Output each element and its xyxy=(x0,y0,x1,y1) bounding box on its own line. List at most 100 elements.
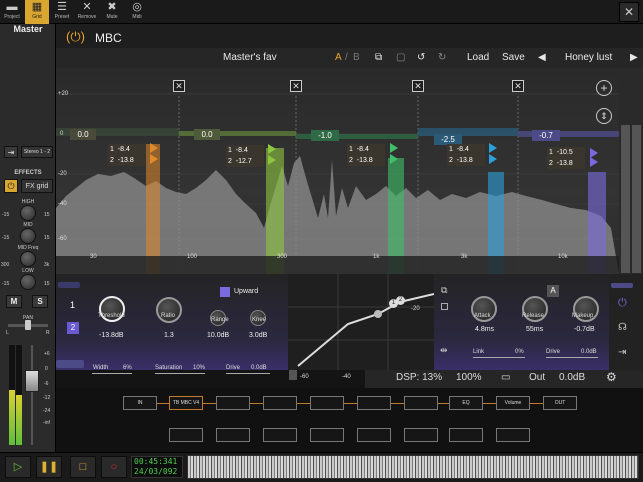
routing-slot-empty[interactable] xyxy=(449,428,483,442)
threshold-handle-icon[interactable] xyxy=(390,154,398,164)
curve-node[interactable]: 2 xyxy=(396,296,405,305)
waveform-overview[interactable] xyxy=(187,455,639,479)
save-button[interactable]: Save xyxy=(502,52,525,63)
pan-handle[interactable] xyxy=(25,320,31,330)
remove-button[interactable]: ✕ Remove xyxy=(75,0,99,24)
crossover-remove-icon[interactable]: ✕ xyxy=(173,80,185,92)
threshold-handle-icon[interactable] xyxy=(150,143,158,153)
input-icon[interactable]: ⇥ xyxy=(4,146,18,158)
side-selector[interactable] xyxy=(611,283,633,288)
drive2-slider[interactable] xyxy=(546,357,598,358)
ratio-knob[interactable] xyxy=(156,297,182,323)
next-preset-icon[interactable]: ▶ xyxy=(630,52,638,63)
routing-slot[interactable]: EQ xyxy=(449,396,483,410)
routing-slot-empty[interactable] xyxy=(263,428,297,442)
band-threshold-box[interactable]: 1 -8.4 2 -13.8 xyxy=(347,144,385,166)
routing-slot-empty[interactable] xyxy=(404,428,438,442)
volume-fader-handle[interactable] xyxy=(25,370,39,392)
routing-slot[interactable]: Volume xyxy=(496,396,530,410)
eq-high-knob[interactable] xyxy=(20,205,36,221)
band-gain-tag[interactable]: 0.0 xyxy=(194,129,220,140)
routing-slot[interactable] xyxy=(357,396,391,410)
grid-button[interactable]: ▦ Grid xyxy=(25,0,49,24)
routing-slot-empty[interactable] xyxy=(216,428,250,442)
zoom-level[interactable]: 100% xyxy=(456,372,482,383)
routing-slot-empty[interactable] xyxy=(357,428,391,442)
threshold-handle-icon[interactable] xyxy=(268,155,276,165)
band-threshold-box[interactable]: 1 -8.4 2 -12.7 xyxy=(226,145,264,167)
routing-slot-empty[interactable] xyxy=(404,396,438,410)
out-value[interactable]: 0.0dB xyxy=(559,372,585,383)
input-select[interactable]: Stereo 1 - 2 xyxy=(21,146,53,158)
crossover-remove-icon[interactable]: ✕ xyxy=(290,80,302,92)
transfer-curve[interactable] xyxy=(288,274,434,370)
settings-gear-icon[interactable]: ⚙ xyxy=(606,370,617,384)
a-badge[interactable]: A xyxy=(547,285,559,297)
load-button[interactable]: Load xyxy=(467,52,489,63)
stop-icon[interactable]: □ xyxy=(70,456,96,478)
band-power-icon[interactable]: ⏻ xyxy=(618,297,627,310)
routing-slot[interactable] xyxy=(263,396,297,410)
copy-band-icon[interactable]: ⧉ xyxy=(441,285,447,296)
project-button[interactable]: ▬ Project xyxy=(0,0,24,24)
ab-a-button[interactable]: A xyxy=(335,52,342,63)
upward-checkbox[interactable] xyxy=(220,287,230,297)
band-gain-tag[interactable]: 0.0 xyxy=(70,129,96,140)
midi-button[interactable]: ◎ Midi xyxy=(125,0,149,24)
split-icon[interactable]: ⇹ xyxy=(440,345,448,356)
band-gain-tag[interactable]: -1.0 xyxy=(311,130,339,141)
drive-slider[interactable] xyxy=(226,373,270,374)
band-checkbox[interactable] xyxy=(441,303,448,310)
power-toggle-icon[interactable]: (⏻) xyxy=(66,29,85,45)
undo-icon[interactable]: ↺ xyxy=(417,52,425,63)
window-icon[interactable]: ▭ xyxy=(501,372,510,383)
threshold-handle-icon[interactable] xyxy=(268,144,276,154)
ab-b-button[interactable]: B xyxy=(353,52,360,63)
add-band-icon[interactable]: + xyxy=(596,80,612,96)
spectrum-graph[interactable] xyxy=(56,68,619,274)
band-selector-top[interactable] xyxy=(58,282,80,288)
routing-slot[interactable] xyxy=(216,396,250,410)
band-threshold-box[interactable]: 1 -10.5 2 -13.8 xyxy=(547,147,585,169)
solo-channel-button[interactable]: S xyxy=(32,295,48,308)
play-icon[interactable]: ▷ xyxy=(5,456,31,478)
routing-slot[interactable] xyxy=(310,396,344,410)
band-selector-bottom[interactable] xyxy=(56,360,84,368)
threshold-handle-icon[interactable] xyxy=(390,143,398,153)
routing-slot[interactable]: OUT xyxy=(543,396,577,410)
routing-slot[interactable]: IN xyxy=(123,396,157,410)
mute-button[interactable]: ✖ Mute xyxy=(100,0,124,24)
eq-midfreq-knob[interactable] xyxy=(20,251,36,267)
threshold-handle-icon[interactable] xyxy=(489,154,497,164)
prev-preset-icon[interactable]: ◀ xyxy=(538,52,546,63)
eq-mid-knob[interactable] xyxy=(20,228,36,244)
threshold-handle-icon[interactable] xyxy=(150,154,158,164)
redo-icon[interactable]: ↻ xyxy=(438,52,446,63)
band-index-2[interactable]: 2 xyxy=(67,322,79,334)
bypass-icon[interactable]: ⇥ xyxy=(618,347,626,358)
headphones-icon[interactable]: ☊ xyxy=(618,322,627,333)
band-threshold-box[interactable]: 1 -8.4 2 -13.8 xyxy=(108,144,146,166)
pause-icon[interactable]: ❚❚ xyxy=(36,456,62,478)
fx-grid-button[interactable]: FX grid xyxy=(21,179,53,193)
threshold-handle-icon[interactable] xyxy=(590,157,598,167)
routing-slot-empty[interactable] xyxy=(310,428,344,442)
routing-slot-empty[interactable] xyxy=(496,428,530,442)
routing-slot-empty[interactable] xyxy=(169,428,203,442)
mute-channel-button[interactable]: M xyxy=(6,295,22,308)
record-icon[interactable]: ○ xyxy=(101,456,127,478)
crossover-remove-icon[interactable]: ✕ xyxy=(512,80,524,92)
crossover-remove-icon[interactable]: ✕ xyxy=(412,80,424,92)
eq-low-knob[interactable] xyxy=(20,274,36,290)
close-window-icon[interactable]: ✕ xyxy=(619,2,639,22)
scale-icon[interactable]: ⇕ xyxy=(596,108,612,124)
copy-icon[interactable]: ⧉ xyxy=(375,52,382,63)
band-threshold-box[interactable]: 1 -8.4 2 -13.8 xyxy=(447,144,485,166)
preset-button[interactable]: ☰ Preset xyxy=(50,0,74,24)
routing-slot[interactable]: TB MBC V4 xyxy=(169,396,203,410)
power-icon[interactable]: ⏻ xyxy=(4,179,18,193)
saturation-slider[interactable] xyxy=(155,373,205,374)
paste-icon[interactable]: ▢ xyxy=(396,52,405,63)
width-slider[interactable] xyxy=(92,373,132,374)
link-slider[interactable] xyxy=(473,357,525,358)
